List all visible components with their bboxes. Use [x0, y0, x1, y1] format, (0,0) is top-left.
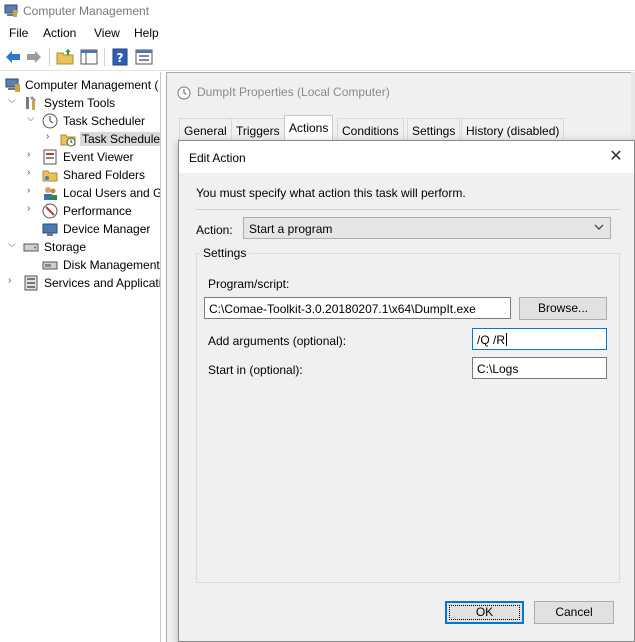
- tree-item-label: Task Scheduler: [63, 114, 146, 128]
- menu-view[interactable]: View: [94, 26, 120, 40]
- tree-item-shared-folders[interactable]: › Shared Folders: [0, 166, 160, 184]
- tab-triggers[interactable]: Triggers: [231, 118, 285, 140]
- arguments-input[interactable]: /Q /R: [472, 328, 607, 350]
- chevron-right-icon[interactable]: ›: [27, 167, 37, 181]
- divider: [196, 209, 620, 210]
- startin-input[interactable]: C:\Logs: [472, 357, 607, 379]
- action-select-value: Start a program: [249, 222, 333, 236]
- dialog-titlebar: Edit Action ✕: [179, 141, 634, 173]
- svg-text:?: ?: [117, 51, 124, 65]
- users-icon: [44, 187, 57, 200]
- tree-item-root[interactable]: Computer Management (: [0, 76, 160, 94]
- tab-conditions[interactable]: Conditions: [337, 118, 404, 140]
- tree-item-local-users[interactable]: › Local Users and Gr: [0, 184, 161, 202]
- tree-item-label: Device Manager: [63, 222, 151, 236]
- cancel-button[interactable]: Cancel: [534, 601, 614, 624]
- startin-input-value: C:\Logs: [477, 362, 519, 376]
- text-caret: [506, 333, 508, 346]
- window-title: Computer Management: [23, 4, 150, 18]
- tree-item-label: Storage: [44, 240, 87, 254]
- event-viewer-icon: [43, 149, 57, 165]
- disk-icon: [42, 261, 58, 270]
- tree-item-label: Computer Management (: [25, 78, 159, 92]
- menu-bar: File Action View Help: [0, 22, 635, 43]
- arguments-input-text: /Q /R: [477, 333, 508, 347]
- startin-label: Start in (optional):: [208, 363, 303, 377]
- chevron-down-icon[interactable]: ⌵: [8, 95, 18, 109]
- tree-item-device-manager[interactable]: Device Manager: [0, 220, 160, 238]
- forward-arrow-icon[interactable]: [25, 48, 43, 66]
- tree-item-label: Services and Applicati: [44, 276, 161, 290]
- tree-item-storage[interactable]: ⌵ Storage: [0, 238, 160, 256]
- program-label: Program/script:: [208, 277, 290, 291]
- tree-item-event-viewer[interactable]: › Event Viewer: [0, 148, 160, 166]
- chevron-right-icon[interactable]: ›: [8, 275, 18, 289]
- clock-icon: [177, 86, 191, 100]
- chevron-down-icon[interactable]: ⌵: [8, 239, 18, 253]
- window-titlebar: Computer Management: [0, 0, 635, 22]
- arguments-input-value: /Q /R: [477, 333, 506, 347]
- tree-item-label: Performance: [63, 204, 132, 218]
- computer-management-icon: [4, 4, 18, 17]
- system-tools-icon: [26, 96, 36, 110]
- tree-item-label: System Tools: [44, 96, 116, 110]
- tree-item-label: Shared Folders: [63, 168, 146, 182]
- shared-folder-icon: [42, 170, 58, 182]
- tree-item-label: Local Users and Gr: [63, 186, 161, 200]
- toolbar: ?: [0, 43, 635, 71]
- chevron-right-icon[interactable]: ›: [27, 149, 37, 163]
- tree-item-label: Event Viewer: [63, 150, 134, 164]
- arguments-label: Add arguments (optional):: [208, 334, 347, 348]
- tab-general[interactable]: General: [179, 118, 232, 140]
- ok-button[interactable]: OK: [445, 601, 524, 624]
- tree-item-task-scheduler-library[interactable]: › Task Scheduler: [0, 130, 160, 148]
- toolbar-separator: [104, 48, 105, 66]
- chevron-right-icon[interactable]: ›: [27, 185, 37, 199]
- tab-actions[interactable]: Actions: [284, 115, 334, 141]
- tree-item-task-scheduler[interactable]: ⌵ Task Scheduler: [0, 112, 160, 130]
- focus-ring: [449, 605, 520, 620]
- edit-action-dialog: Edit Action ✕ You must specify what acti…: [178, 140, 635, 642]
- storage-icon: [23, 243, 39, 252]
- chevron-right-icon[interactable]: ›: [46, 131, 56, 145]
- tab-settings[interactable]: Settings: [407, 118, 461, 140]
- menu-help[interactable]: Help: [134, 26, 159, 40]
- help-icon[interactable]: ?: [111, 48, 129, 66]
- tree-item-disk-management[interactable]: Disk Management: [0, 256, 160, 274]
- settings-group-label: Settings: [200, 246, 250, 260]
- tree-item-label: Disk Management: [63, 258, 160, 272]
- properties-icon[interactable]: [135, 48, 153, 66]
- action-select[interactable]: Start a program: [243, 217, 611, 239]
- clock-icon: [42, 113, 58, 129]
- properties-title: DumpIt Properties (Local Computer): [197, 85, 390, 99]
- performance-icon: [42, 203, 58, 219]
- menu-file[interactable]: File: [9, 26, 28, 40]
- browse-button[interactable]: Browse...: [519, 297, 607, 320]
- console-tree: Computer Management ( ⌵ System Tools ⌵ T…: [0, 72, 161, 642]
- menu-action[interactable]: Action: [43, 26, 76, 40]
- action-label: Action:: [196, 223, 233, 237]
- show-hide-tree-icon[interactable]: [80, 48, 98, 66]
- chevron-right-icon[interactable]: ›: [27, 203, 37, 217]
- dialog-title: Edit Action: [189, 151, 246, 165]
- close-icon[interactable]: ✕: [606, 147, 626, 167]
- program-input[interactable]: C:\Comae-Toolkit-3.0.20180207.1\x64\Dump…: [204, 297, 511, 319]
- tree-item-performance[interactable]: › Performance: [0, 202, 160, 220]
- computer-management-icon: [5, 78, 20, 92]
- chevron-down-icon[interactable]: ⌵: [27, 113, 37, 127]
- services-icon: [24, 275, 38, 291]
- chevron-down-icon: [594, 224, 604, 230]
- instruction-text: You must specify what action this task w…: [196, 186, 466, 200]
- program-input-value: C:\Comae-Toolkit-3.0.20180207.1\x64\Dump…: [209, 302, 476, 316]
- back-arrow-icon[interactable]: [4, 48, 22, 66]
- tab-history[interactable]: History (disabled): [461, 118, 565, 140]
- up-folder-icon[interactable]: [56, 48, 74, 66]
- toolbar-separator: [49, 48, 50, 66]
- tree-item-label: Task Scheduler: [80, 132, 160, 146]
- tree-item-system-tools[interactable]: ⌵ System Tools: [0, 94, 160, 112]
- tree-item-services-applications[interactable]: › Services and Applicati: [0, 274, 161, 292]
- folder-clock-icon: [60, 134, 76, 147]
- device-manager-icon: [42, 223, 58, 236]
